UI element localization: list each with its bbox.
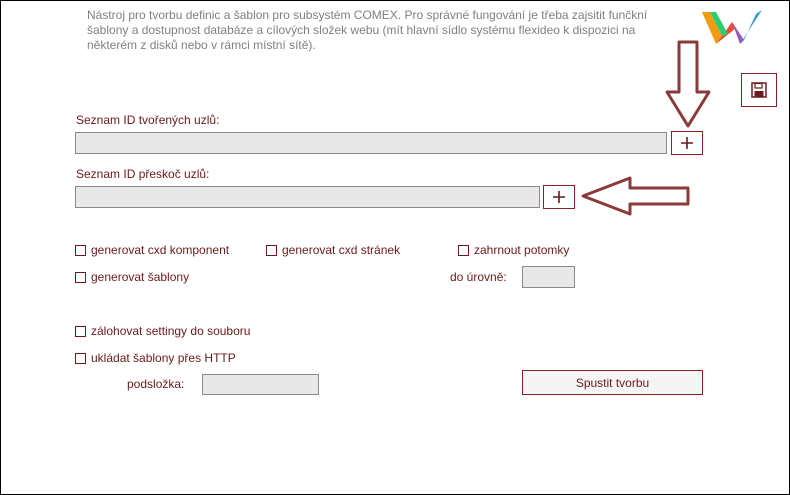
backup-settings-label: zálohovat settingy do souboru [91, 324, 251, 338]
level-label: do úrovně: [450, 270, 507, 284]
checkbox-box[interactable] [75, 352, 86, 364]
gen-cxd-components-checkbox[interactable]: generovat cxd komponent [75, 243, 229, 257]
checkbox-box[interactable] [75, 325, 86, 337]
checkbox-box[interactable] [75, 271, 86, 283]
gen-templates-checkbox[interactable]: generovat šablony [75, 270, 189, 284]
subfolder-label: podsložka: [127, 377, 185, 391]
left-arrow-annotation-icon [581, 176, 690, 216]
plus-icon [553, 191, 565, 203]
backup-settings-checkbox[interactable]: zálohovat settingy do souboru [75, 324, 250, 338]
nodes-skipped-label: Seznam ID přeskoč uzlů: [76, 167, 210, 181]
tool-description: Nástroj pro tvorbu definic a šablon pro … [87, 8, 648, 52]
level-input[interactable] [522, 266, 575, 288]
gen-cxd-pages-checkbox[interactable]: generovat cxd stránek [266, 243, 400, 257]
floppy-disk-icon [751, 82, 767, 98]
checkbox-box[interactable] [75, 244, 86, 256]
gen-templates-label: generovat šablony [91, 270, 190, 284]
save-http-label: ukládat šablony přes HTTP [91, 351, 236, 365]
gen-cxd-components-label: generovat cxd komponent [91, 243, 230, 257]
plus-icon [681, 137, 693, 149]
add-node-skipped-button[interactable] [543, 185, 575, 209]
add-node-created-button[interactable] [671, 131, 703, 155]
checkbox-box[interactable] [266, 244, 277, 256]
include-children-checkbox[interactable]: zahrnout potomky [458, 243, 569, 257]
nodes-created-label: Seznam ID tvořených uzlů: [76, 113, 220, 127]
save-button[interactable] [741, 73, 777, 107]
nodes-created-input[interactable] [75, 132, 667, 154]
down-arrow-annotation-icon [665, 40, 711, 128]
subfolder-input[interactable] [202, 374, 319, 395]
include-children-label: zahrnout potomky [474, 243, 570, 257]
gen-cxd-pages-label: generovat cxd stránek [282, 243, 401, 257]
checkbox-box[interactable] [458, 244, 469, 256]
save-http-checkbox[interactable]: ukládat šablony přes HTTP [75, 351, 236, 365]
nodes-skipped-input[interactable] [75, 186, 540, 208]
run-build-button[interactable]: Spustit tvorbu [522, 370, 703, 395]
